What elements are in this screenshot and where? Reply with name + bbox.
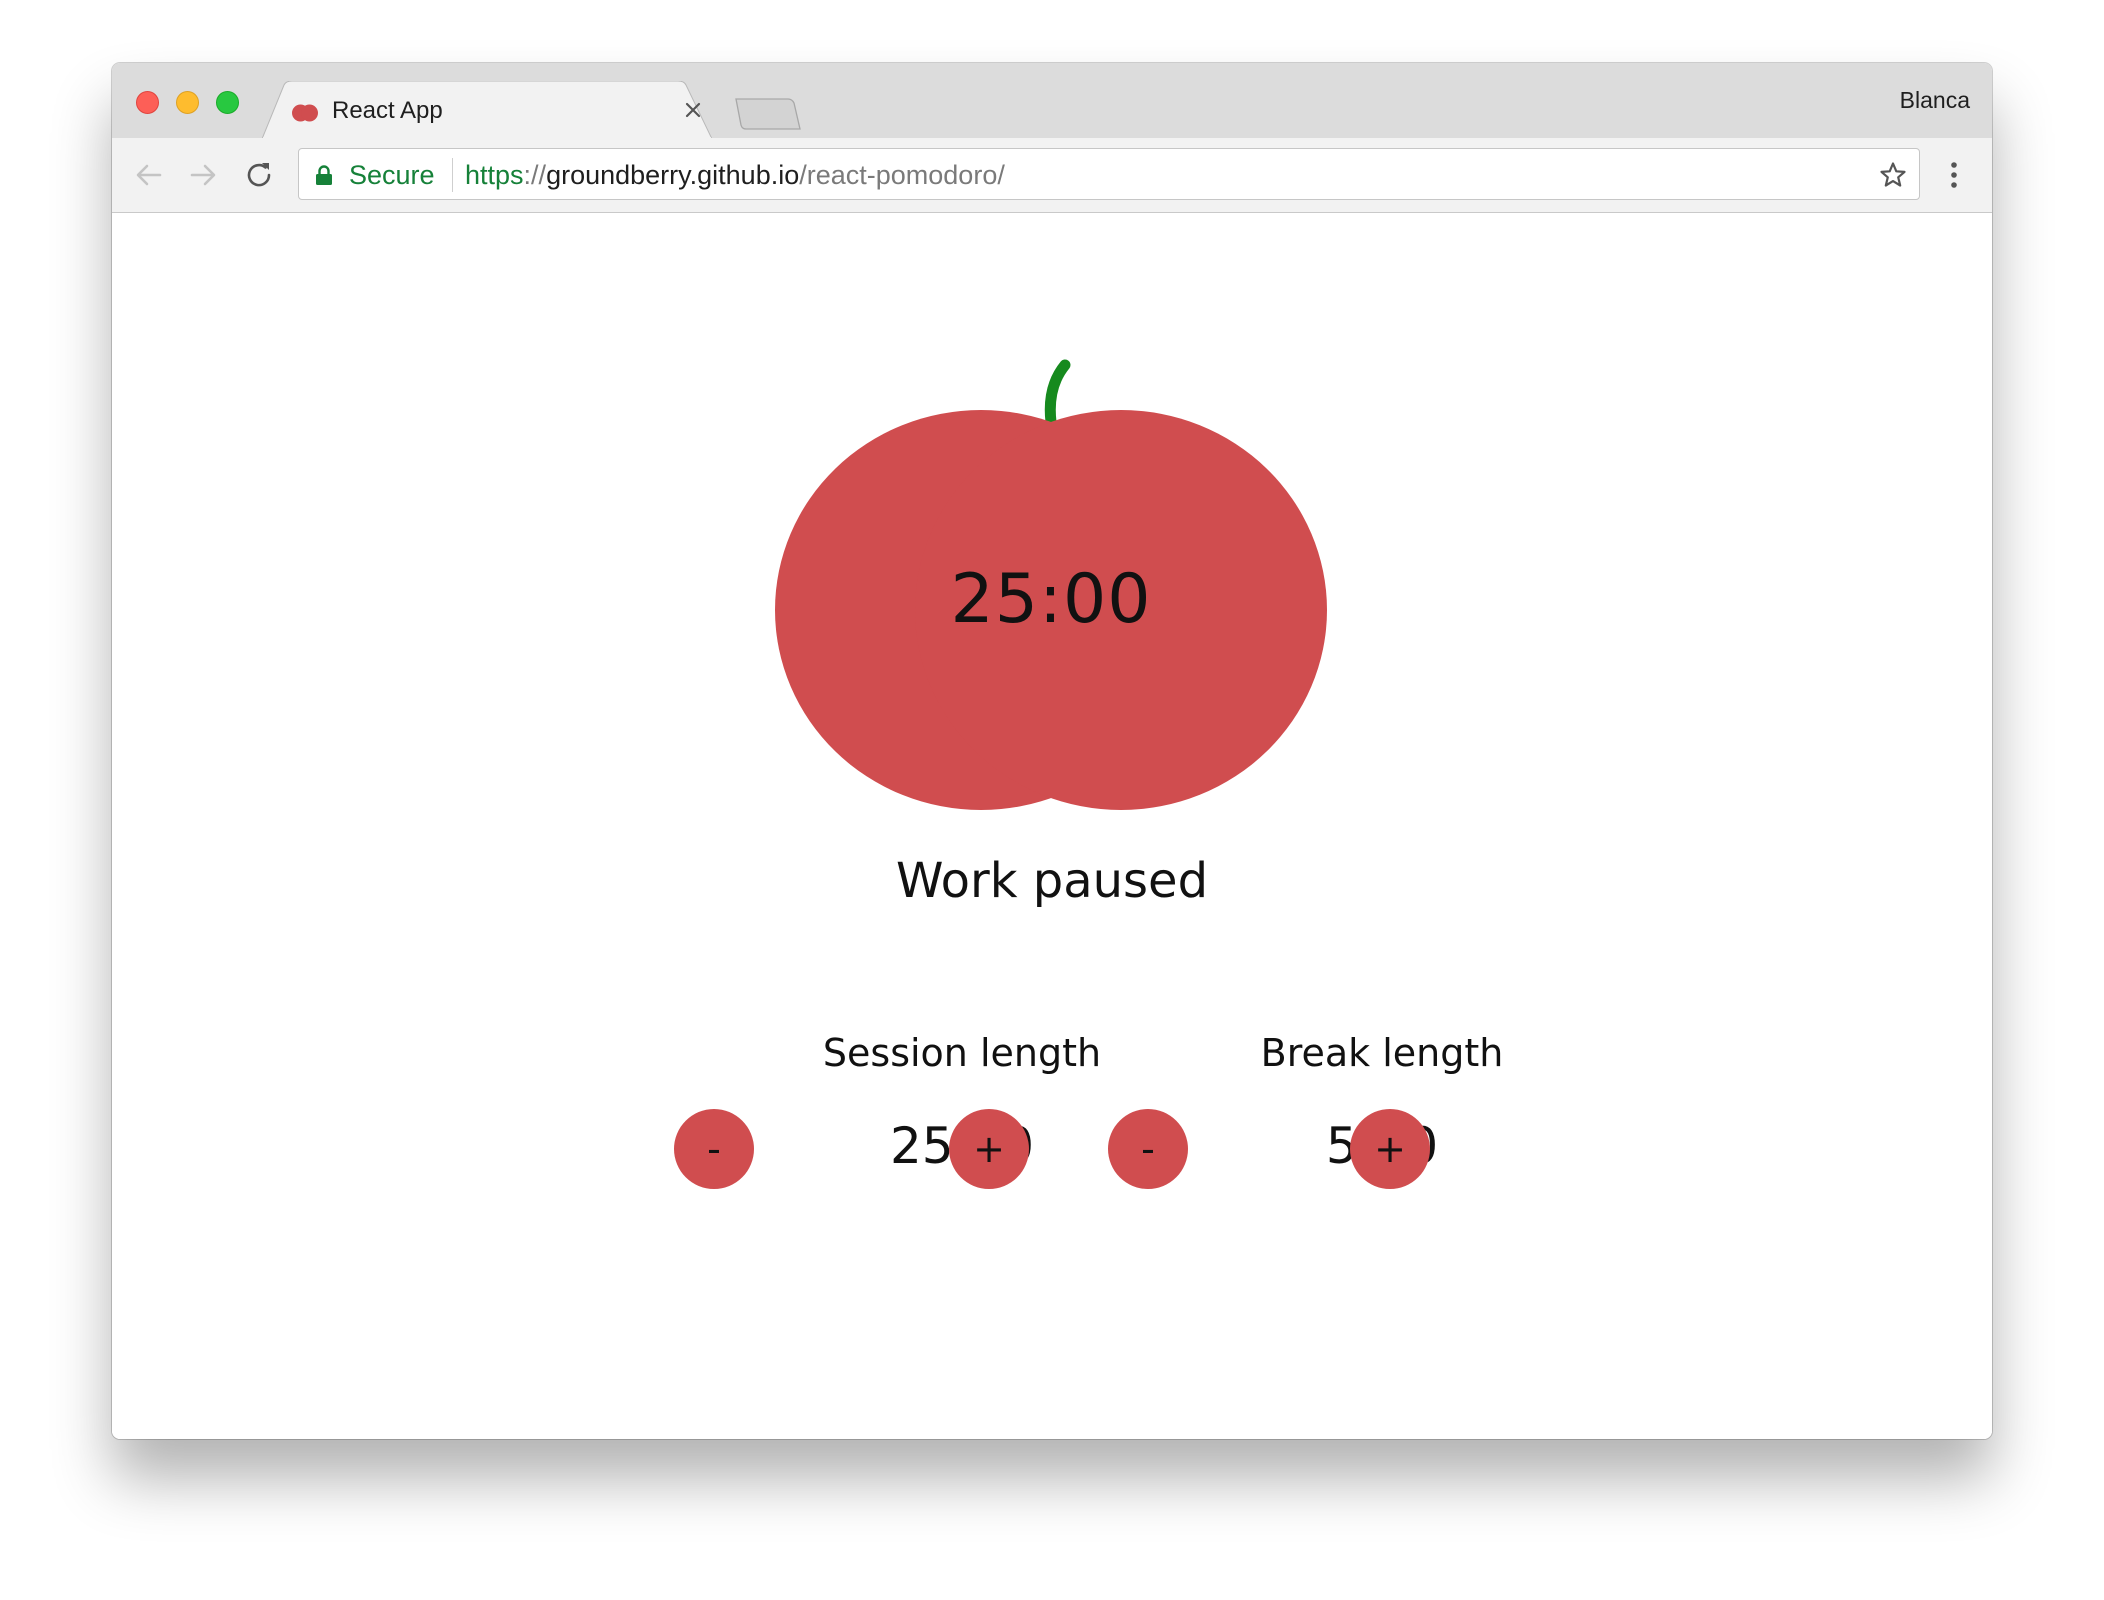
url-separator: :// [523,160,547,190]
tab-react-app[interactable]: React App [262,81,712,139]
url-path: /react-pomodoro/ [799,160,1005,190]
minimize-window-button[interactable] [176,91,199,114]
star-icon[interactable] [1879,161,1907,189]
break-decrement-button[interactable]: - [1108,1109,1188,1189]
url-host: groundberry.github.io [546,160,800,190]
session-decrement-button[interactable]: - [674,1109,754,1189]
maximize-window-button[interactable] [216,91,239,114]
close-window-button[interactable] [136,91,159,114]
browser-window: React App Blanca Secure https://groundbe… [112,63,1992,1439]
url-text[interactable]: https://groundberry.github.io/react-pomo… [465,159,1005,191]
break-increment-button[interactable]: + [1350,1109,1430,1189]
break-length-label: Break length [1260,1031,1504,1075]
tomato-stem [1044,359,1071,428]
tab-title: React App [332,97,443,124]
url-scheme: https [465,160,524,190]
address-divider [452,158,453,192]
address-bar[interactable]: Secure https://groundberry.github.io/rea… [298,148,1920,200]
tomato-icon [292,104,318,122]
status-text: Work paused [895,853,1209,909]
page-content: 25:00 Work paused Session length - 25:00… [112,213,1992,1439]
reload-icon[interactable] [242,158,276,192]
tab-shape [262,81,712,139]
session-increment-button[interactable]: + [949,1109,1029,1189]
tab-strip: React App Blanca [112,63,1992,139]
lock-icon [316,165,332,185]
kebab-menu-icon[interactable] [1948,158,1960,192]
arrow-right-icon[interactable] [186,158,220,192]
session-length-label: Session length [822,1031,1102,1075]
secure-label: Secure [349,160,435,190]
timer-display: 25:00 [950,560,1152,639]
new-tab-button[interactable] [732,97,802,131]
close-icon[interactable] [682,99,704,121]
profile-name[interactable]: Blanca [1900,87,1970,114]
arrow-left-icon[interactable] [132,158,166,192]
browser-toolbar: Secure https://groundberry.github.io/rea… [112,138,1992,213]
tomato-timer: 25:00 [775,343,1327,813]
